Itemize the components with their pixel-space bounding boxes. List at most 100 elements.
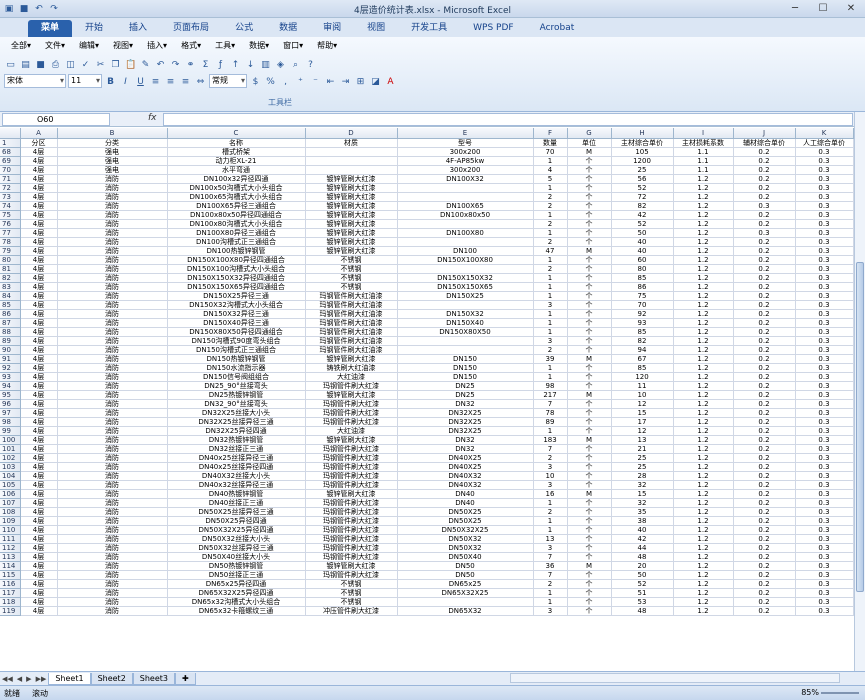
cell[interactable]: 消防 [57,408,168,418]
cell[interactable]: 0.2 [733,435,796,445]
cell[interactable]: 不锈钢 [305,579,398,589]
row-header[interactable]: 96 [0,399,21,409]
cell[interactable]: 98 [533,381,568,391]
cell[interactable]: 40 [611,246,674,256]
cell[interactable]: DN32X25 [397,417,534,427]
maximize-button[interactable]: ☐ [809,0,837,18]
row-header[interactable]: 106 [0,489,21,499]
cell[interactable]: DN100X65异径三通组合 [167,201,306,211]
cell[interactable]: 4层 [20,471,58,481]
cell[interactable]: DN65x25 [397,579,534,589]
cell[interactable]: 0.3 [795,507,854,517]
cell[interactable]: DN25 [397,390,534,400]
cell[interactable]: DN50X32X25 [397,525,534,535]
cell[interactable]: 水平弯通 [167,165,306,175]
cell[interactable]: DN50 [397,570,534,580]
cell[interactable]: 消防 [57,561,168,571]
cell[interactable]: 0.3 [795,588,854,598]
cell[interactable]: 玛钢管件刷大红油漆 [305,327,398,337]
header-cell[interactable]: 主材损耗系数 [673,138,734,148]
row-header[interactable]: 108 [0,507,21,517]
cell[interactable]: DN65X32 [397,606,534,616]
cell[interactable]: 51 [611,588,674,598]
cell[interactable]: 不锈钢 [305,588,398,598]
cell[interactable]: 0.2 [733,372,796,382]
row-header[interactable]: 101 [0,444,21,454]
header-cell[interactable]: 数量 [533,138,568,148]
tab-page-layout[interactable]: 页面布局 [160,20,222,37]
cell[interactable]: 0.3 [795,264,854,274]
cell[interactable]: M [567,435,612,445]
cell[interactable]: DN100x65沟槽式大小头组合 [167,192,306,202]
cell[interactable]: 个 [567,507,612,517]
cell[interactable]: 32 [611,480,674,490]
cell[interactable]: 消防 [57,192,168,202]
cell[interactable]: 1.2 [673,318,734,328]
cell[interactable]: 1.2 [673,372,734,382]
cell[interactable]: DN25热镀锌钢管 [167,390,306,400]
cell[interactable]: 消防 [57,381,168,391]
cell[interactable]: 1 [533,156,568,166]
cell[interactable]: DN65X32X25异径四通 [167,588,306,598]
cell[interactable]: 镀锌管刷大红漆 [305,435,398,445]
cell[interactable]: 1.2 [673,552,734,562]
cell[interactable]: 消防 [57,534,168,544]
cell[interactable]: 0.3 [795,381,854,391]
cell[interactable]: 4层 [20,489,58,499]
tab-menu[interactable]: 菜单 [28,20,73,37]
cell[interactable]: 消防 [57,480,168,490]
cell[interactable]: 1.2 [673,219,734,229]
cell[interactable]: 47 [533,246,568,256]
cell[interactable]: 不锈钢 [305,264,398,274]
cell[interactable]: 4层 [20,516,58,526]
scroll-thumb[interactable] [856,262,864,592]
cell[interactable]: 67 [611,354,674,364]
cell[interactable]: DN40x25丝接异径三通 [167,453,306,463]
undo-icon[interactable]: ↶ [154,58,167,71]
cell[interactable]: 个 [567,462,612,472]
cell[interactable]: 消防 [57,228,168,238]
cell[interactable]: 大红油漆 [305,372,398,382]
cell[interactable]: 个 [567,606,612,616]
cell[interactable]: 4层 [20,435,58,445]
cell[interactable]: DN50X32 [397,534,534,544]
column-header[interactable]: B [57,128,168,139]
cell[interactable]: 4层 [20,282,58,292]
vertical-scrollbar[interactable] [854,112,865,671]
cell[interactable]: 0.3 [795,255,854,265]
cell[interactable]: 玛钢管件刷大红漆 [305,534,398,544]
cell[interactable]: 105 [611,147,674,157]
cell[interactable]: 4层 [20,399,58,409]
cell[interactable]: 强电 [57,147,168,157]
decrease-decimal-icon[interactable]: ⁻ [309,75,322,88]
cell[interactable]: 1.2 [673,282,734,292]
cell[interactable]: 94 [611,345,674,355]
cell[interactable]: 个 [567,570,612,580]
cell[interactable]: 1.2 [673,291,734,301]
cell[interactable]: 10 [611,390,674,400]
cell[interactable]: DN50X25丝接异径三通 [167,507,306,517]
cell[interactable]: DN40x32丝接异径三通 [167,480,306,490]
cell[interactable]: 0.3 [795,543,854,553]
cell[interactable]: 强电 [57,165,168,175]
cell[interactable]: DN150X25 [397,291,534,301]
cell[interactable]: 消防 [57,210,168,220]
cell[interactable]: 个 [567,480,612,490]
row-header[interactable]: 118 [0,597,21,607]
column-header[interactable]: C [167,128,306,139]
cell[interactable] [305,156,398,166]
column-header[interactable]: G [567,128,612,139]
cell[interactable]: 0.2 [733,246,796,256]
cell[interactable]: 25 [611,453,674,463]
cell[interactable]: 动力柜XL-21 [167,156,306,166]
cell[interactable]: 1 [533,525,568,535]
fill-color-icon[interactable]: ◪ [369,75,382,88]
cell[interactable]: 个 [567,543,612,553]
formula-input[interactable] [163,113,853,126]
cell[interactable]: 3 [533,462,568,472]
cell[interactable]: DN32X25异径四通 [167,426,306,436]
number-format-select[interactable]: 常规 [209,74,247,88]
row-header[interactable]: 85 [0,300,21,310]
column-header[interactable] [0,128,21,139]
cell[interactable]: 消防 [57,372,168,382]
